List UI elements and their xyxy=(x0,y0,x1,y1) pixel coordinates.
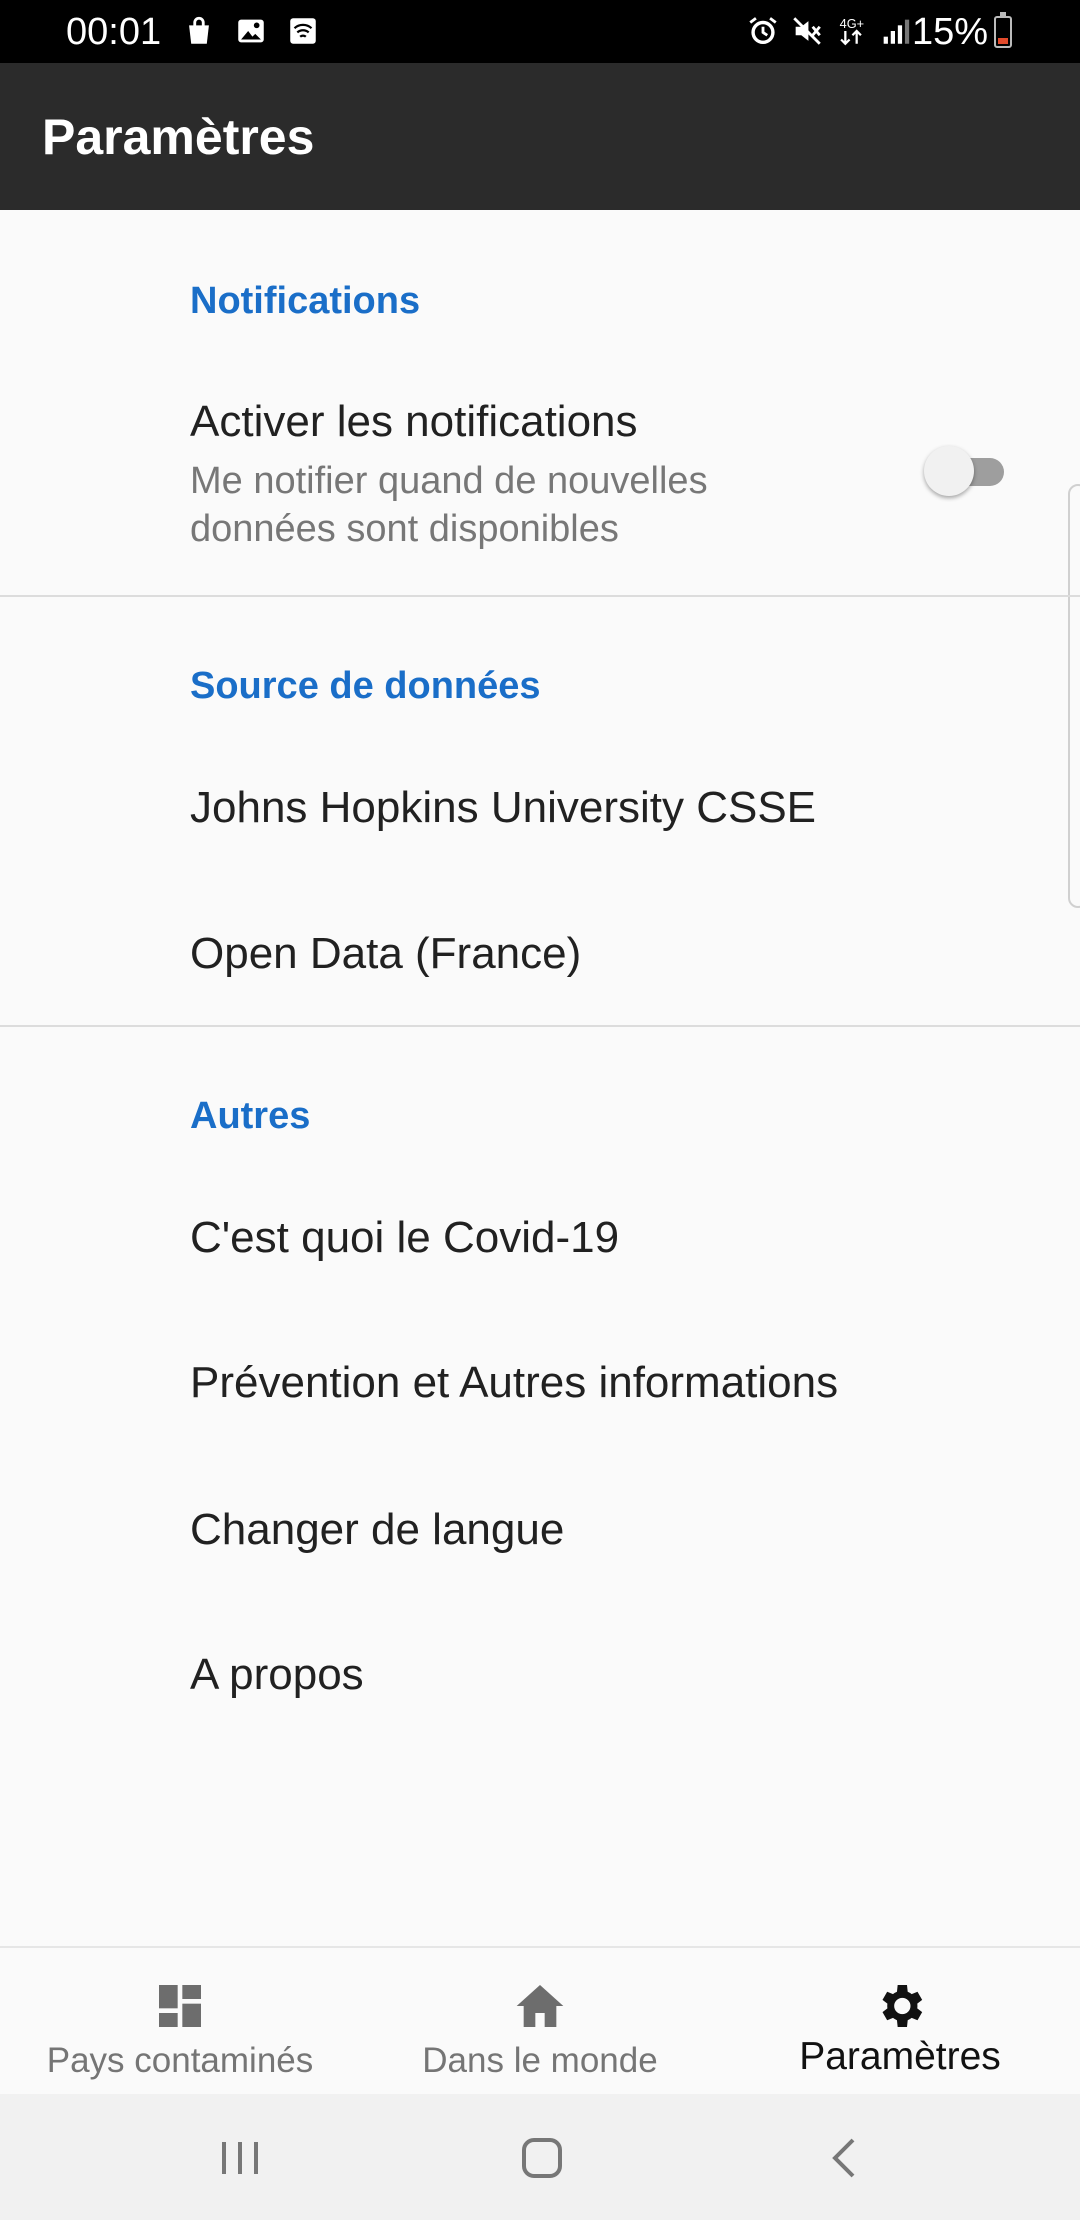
alarm-icon xyxy=(749,17,777,45)
nav-label-active: Paramètres xyxy=(799,2035,1001,2078)
divider xyxy=(0,595,1080,597)
notifications-toggle[interactable] xyxy=(924,446,1010,496)
divider xyxy=(0,1025,1080,1027)
others-item-change-language[interactable]: Changer de langue xyxy=(190,1505,564,1555)
others-item-prevention[interactable]: Prévention et Autres informations xyxy=(190,1358,838,1408)
gear-icon xyxy=(882,1985,923,2027)
status-left-icons xyxy=(182,14,320,48)
battery-percent: 15% xyxy=(912,11,989,53)
status-right-icons: 4G+ xyxy=(746,14,912,48)
section-header-notifications: Notifications xyxy=(190,280,421,322)
data-source-item-open-data[interactable]: Open Data (France) xyxy=(190,929,581,979)
scroll-indicator xyxy=(1068,484,1080,908)
wifi-call-icon xyxy=(290,18,316,44)
home-button[interactable] xyxy=(512,2132,572,2184)
enable-notifications-summary: Me notifier quand de nouvelles données s… xyxy=(190,460,708,550)
others-item-about[interactable]: A propos xyxy=(190,1650,364,1700)
nav-item-parametres[interactable]: Paramètres xyxy=(720,1948,1080,2096)
section-header-others: Autres xyxy=(190,1095,311,1137)
bottom-navigation: Pays contaminés Dans le monde Paramètres xyxy=(0,1946,1080,2096)
recents-button[interactable] xyxy=(210,2132,270,2184)
others-item-covid-info[interactable]: C'est quoi le Covid-19 xyxy=(190,1213,619,1263)
nav-item-dans-le-monde[interactable]: Dans le monde xyxy=(360,1948,720,2096)
nav-label: Dans le monde xyxy=(422,2041,658,2080)
app-bar: Paramètres xyxy=(0,63,1080,210)
shopping-bag-icon xyxy=(189,16,209,44)
status-time: 00:01 xyxy=(66,11,162,53)
back-button[interactable] xyxy=(815,2132,875,2184)
signal-icon xyxy=(883,19,910,44)
status-bar: 00:01 4G+ 15% xyxy=(0,0,1080,63)
nav-label: Pays contaminés xyxy=(46,2041,314,2080)
image-icon xyxy=(238,19,264,43)
mute-icon xyxy=(793,17,821,45)
network-type-label: 4G+ xyxy=(840,16,864,31)
dashboard-icon xyxy=(159,1985,201,2027)
nav-item-pays-contamines[interactable]: Pays contaminés xyxy=(0,1948,360,2096)
home-icon xyxy=(516,1985,564,2027)
page-title: Paramètres xyxy=(42,109,315,165)
battery-icon xyxy=(994,12,1012,48)
section-header-data-source: Source de données xyxy=(190,665,541,707)
system-navigation-bar xyxy=(0,2094,1080,2220)
data-source-item-jhu[interactable]: Johns Hopkins University CSSE xyxy=(190,783,816,833)
data-arrows-icon: 4G+ xyxy=(840,16,864,46)
enable-notifications-title: Activer les notifications xyxy=(190,397,638,446)
toggle-thumb xyxy=(924,446,974,496)
